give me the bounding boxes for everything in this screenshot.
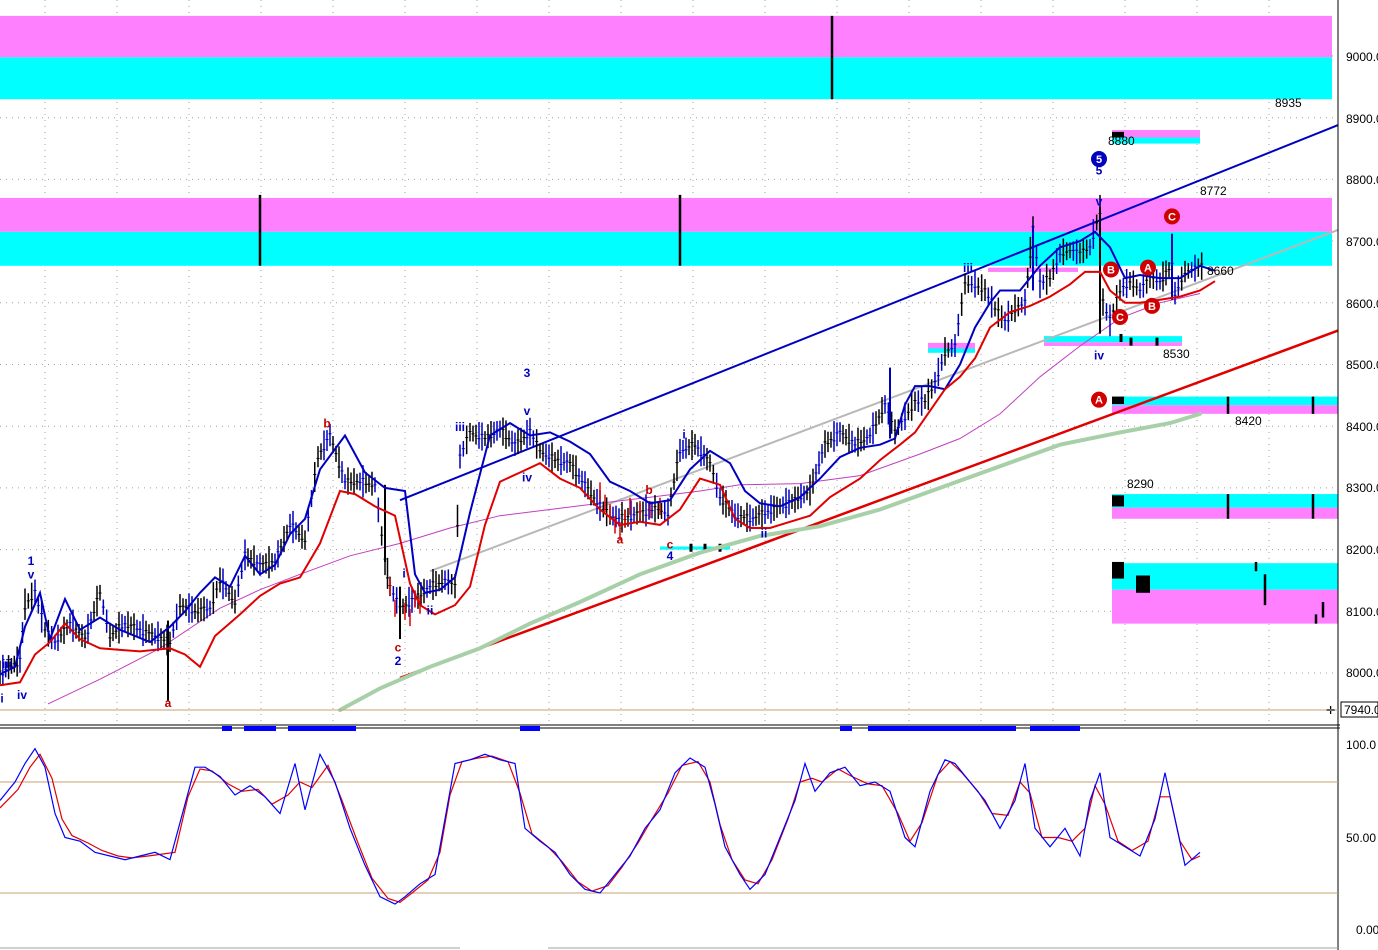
y-tick-label: 8600.0	[1346, 297, 1378, 311]
zone-cyan	[0, 231, 1332, 266]
wave-label: v	[28, 568, 35, 582]
zone-block	[1112, 396, 1124, 404]
osc-tick-label: 100.0	[1346, 738, 1376, 752]
wave-circle-label: A	[1144, 263, 1152, 275]
y-tick-label: 8500.0	[1346, 358, 1378, 372]
zone-dot	[1155, 337, 1159, 346]
wave-label: ii	[761, 526, 768, 540]
zone-block	[1112, 561, 1124, 579]
signal-strip	[222, 726, 232, 731]
zone-dot	[689, 543, 693, 552]
zone-magenta	[1112, 405, 1338, 414]
wave-circle-label: B	[1107, 264, 1115, 276]
zone-magenta	[1112, 507, 1338, 519]
signal-strip	[244, 726, 276, 731]
level-label-8772: 8772	[1200, 184, 1227, 198]
wave-label: i	[402, 566, 405, 580]
signal-strip	[1030, 726, 1080, 731]
wave-label: iv	[522, 471, 532, 485]
y-tick-label: 8900.0	[1346, 112, 1378, 126]
zone-magenta	[1044, 342, 1182, 346]
wave-label: iii	[963, 261, 973, 275]
level-label-8880: 8880	[1108, 134, 1135, 148]
wave-label: v	[524, 404, 531, 418]
signal-strip	[520, 726, 540, 731]
wave-label: 4	[667, 549, 674, 563]
level-label-8660: 8660	[1207, 264, 1234, 278]
wave-label: iii	[455, 420, 465, 434]
wave-label: a	[617, 532, 624, 546]
signal-strip	[840, 726, 852, 731]
wave-label: a	[165, 696, 172, 710]
zone-cyan	[1044, 336, 1182, 343]
wave-circle-label: C	[1168, 211, 1176, 223]
zone-block	[1112, 495, 1124, 507]
wave-label: v	[1096, 194, 1103, 208]
zone-cyan	[0, 57, 1332, 100]
wave-circle-label: B	[1148, 301, 1156, 313]
crosshair-icon: ✛	[1326, 705, 1335, 717]
wave-label: iii	[2, 657, 12, 671]
wave-label: ii	[427, 603, 434, 617]
wave-label: 2	[395, 654, 402, 668]
zone-block	[1136, 575, 1150, 593]
zone-dot	[1129, 337, 1133, 346]
wave-label: 1	[28, 554, 35, 568]
y-tick-label: 8300.0	[1346, 481, 1378, 495]
y-tick-label: 9000.0	[1346, 50, 1378, 64]
wave-label: iv	[17, 688, 27, 702]
zone-magenta	[0, 15, 1332, 58]
wave-label: b	[645, 483, 652, 497]
level-label-8290: 8290	[1127, 477, 1154, 491]
wave-label: iv	[1094, 349, 1104, 363]
wave-label: 3	[524, 366, 531, 380]
wave-circle-label: A	[1095, 395, 1103, 407]
osc-tick-label: 50.00	[1346, 831, 1376, 845]
y-tick-label: 8700.0	[1346, 235, 1378, 249]
signal-strip	[868, 726, 1016, 731]
osc-tick-label: 0.00	[1356, 923, 1378, 937]
zone-magenta	[1112, 589, 1338, 624]
wave-label: c	[395, 640, 402, 654]
zone-dot	[1119, 333, 1123, 342]
level-label-8420: 8420	[1235, 414, 1262, 428]
zone-cyan	[1112, 494, 1338, 508]
wave-label: i	[0, 692, 3, 706]
y-tick-label: 8200.0	[1346, 543, 1378, 557]
wave-label: b	[323, 416, 330, 430]
y-tick-label: 8800.0	[1346, 173, 1378, 187]
wave-label: i	[682, 428, 685, 442]
wave-circle-label: C	[1116, 312, 1124, 324]
level-label-8935: 8935	[1275, 96, 1302, 110]
wave-circle-label: 5	[1096, 154, 1102, 166]
elliott-wave-chart: 1viiiivi abc2iiiiii3vivabc4iiiiii5viv5B AC…	[0, 0, 1378, 950]
y-tick-label: 8100.0	[1346, 605, 1378, 619]
y-tick-label: 8400.0	[1346, 420, 1378, 434]
current-price-label: 7940.0	[1344, 703, 1378, 717]
level-label-8530: 8530	[1163, 347, 1190, 361]
signal-strip	[288, 726, 356, 731]
y-tick-label: 8000.0	[1346, 666, 1378, 680]
zone-magenta	[0, 197, 1332, 232]
